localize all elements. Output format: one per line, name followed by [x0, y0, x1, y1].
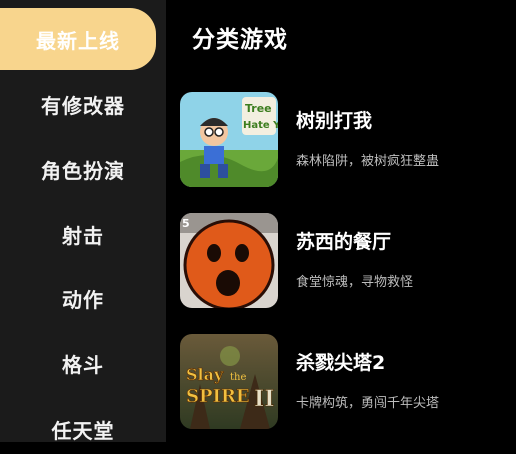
game-thumbnail[interactable]: 5 [180, 213, 278, 308]
thumb-title-text: Tree [245, 102, 272, 115]
thumb-corner-text: 5 [182, 217, 190, 230]
game-card[interactable]: 5 苏西的餐厅 食堂惊魂，寻物救怪 [180, 213, 510, 311]
thumb-title-text: Slay [186, 365, 224, 384]
thumb-title-text: the [230, 372, 246, 383]
sidebar-item-rpg[interactable]: 角色扮演 [0, 144, 166, 194]
sidebar-item-latest[interactable]: 最新上线 [0, 8, 156, 70]
sidebar-item-action[interactable]: 动作 [0, 273, 166, 323]
app-root: 最新上线 有修改器 角色扮演 射击 动作 格斗 任天堂 分类游戏 Tree Ha… [0, 0, 516, 443]
thumb-subtitle-text: Hate Y [243, 120, 278, 131]
category-sidebar: 最新上线 有修改器 角色扮演 射击 动作 格斗 任天堂 [0, 0, 166, 443]
sidebar-item-with-mods[interactable]: 有修改器 [0, 79, 166, 129]
game-description: 食堂惊魂，寻物救怪 [296, 275, 414, 290]
game-name[interactable]: 树别打我 [296, 106, 372, 133]
page-title: 分类游戏 [192, 27, 288, 53]
game-name[interactable]: 苏西的餐厅 [296, 227, 391, 254]
sidebar-item-nintendo[interactable]: 任天堂 [0, 404, 166, 454]
game-thumbnail[interactable]: Tree Hate Y [180, 92, 278, 187]
game-description: 卡牌构筑，勇闯千年尖塔 [296, 396, 440, 411]
main-content: 分类游戏 Tree Hate Y 树别打我 森林陷阱，被树疯狂整蛊 5 苏西的餐… [166, 0, 516, 442]
game-thumbnail[interactable]: Slay the SPIRE II [180, 334, 278, 429]
sidebar-item-fighting[interactable]: 格斗 [0, 338, 166, 388]
thumb-title-text: SPIRE [186, 386, 250, 407]
game-description: 森林陷阱，被树疯狂整蛊 [296, 154, 440, 169]
thumb-numeral-text: II [254, 386, 275, 412]
game-card[interactable]: Tree Hate Y 树别打我 森林陷阱，被树疯狂整蛊 [180, 92, 510, 190]
game-name[interactable]: 杀戮尖塔2 [296, 348, 385, 375]
game-card[interactable]: Slay the SPIRE II 杀戮尖塔2 卡牌构筑，勇闯千年尖塔 [180, 334, 510, 432]
sidebar-item-shooter[interactable]: 射击 [0, 209, 166, 259]
